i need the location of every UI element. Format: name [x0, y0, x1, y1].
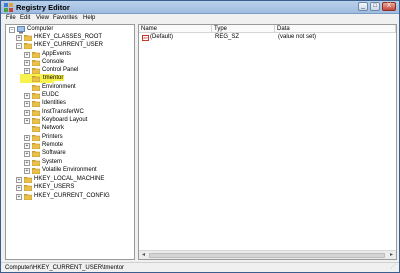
expand-icon[interactable]: +	[16, 35, 22, 41]
folder-icon	[24, 177, 32, 183]
value-data: (value not set)	[278, 34, 317, 40]
registry-editor-icon	[4, 3, 13, 12]
tree-item-label: Remote	[42, 142, 64, 148]
folder-icon	[32, 85, 40, 91]
folder-icon	[32, 101, 40, 107]
resize-grip-icon[interactable]: ⋰	[390, 264, 397, 271]
tree-item-label: HKEY_CURRENT_CONFIG	[34, 193, 110, 199]
folder-icon	[24, 185, 32, 191]
tree-item-label: Identities	[42, 100, 67, 106]
value-row-default[interactable]: ab (Default) REG_SZ (value not set)	[139, 34, 396, 42]
tree-item-label: EUDC	[42, 92, 60, 98]
scroll-left-icon[interactable]: ◂	[140, 252, 147, 259]
expand-icon[interactable]: +	[24, 151, 30, 157]
tree-item-label: Environment	[42, 84, 76, 90]
column-header-data[interactable]: Data	[275, 25, 396, 33]
expand-icon[interactable]: +	[24, 143, 30, 149]
minimize-button[interactable]: _	[358, 2, 368, 11]
tree-item-label: AppEvents	[42, 51, 72, 57]
status-bar: Computer\HKEY_CURRENT_USER\tmentor ⋰	[1, 262, 399, 272]
expand-icon[interactable]: +	[24, 52, 30, 58]
tree-item-label: tmentor	[42, 75, 65, 81]
expand-icon[interactable]: +	[24, 118, 30, 124]
tree-item-label: Control Panel	[42, 67, 79, 73]
folder-icon	[32, 76, 40, 82]
tree-item-label: Console	[42, 59, 65, 65]
folder-icon	[24, 194, 32, 200]
expand-icon[interactable]: +	[24, 168, 30, 174]
computer-icon	[17, 26, 25, 34]
folder-icon	[32, 143, 40, 149]
tree-item-label: Volatile Environment	[42, 167, 97, 173]
expand-icon[interactable]: +	[24, 93, 30, 99]
window-title: Registry Editor	[16, 3, 70, 12]
folder-icon	[32, 52, 40, 58]
expand-icon[interactable]: +	[24, 68, 30, 74]
folder-icon	[32, 68, 40, 74]
expand-icon[interactable]: +	[16, 177, 22, 183]
close-button[interactable]: X	[382, 2, 396, 11]
collapse-icon[interactable]: −	[9, 27, 15, 33]
expand-icon[interactable]: +	[24, 110, 30, 116]
expand-icon[interactable]: +	[24, 135, 30, 141]
folder-icon	[24, 35, 32, 41]
tree-item-label: Printers	[42, 134, 63, 140]
column-header-name[interactable]: Name	[139, 25, 212, 33]
tree-item-label: HKEY_CLASSES_ROOT	[34, 34, 103, 40]
expand-icon[interactable]: +	[24, 60, 30, 66]
tree-item-label: Keyboard Layout	[42, 117, 88, 123]
menu-bar: File Edit View Favorites Help	[1, 14, 399, 23]
expand-icon[interactable]: +	[16, 194, 22, 200]
title-bar[interactable]: Registry Editor _ □ X	[1, 1, 399, 14]
maximize-button[interactable]: □	[370, 2, 380, 11]
tree-item-label: System	[42, 159, 63, 165]
horizontal-scrollbar[interactable]: ◂ ▸	[139, 250, 396, 259]
folder-icon	[32, 126, 40, 132]
value-type: REG_SZ	[215, 34, 240, 40]
folder-icon	[24, 43, 32, 49]
menu-favorites[interactable]: Favorites	[53, 15, 78, 21]
column-header-type[interactable]: Type	[212, 25, 275, 33]
menu-edit[interactable]: Edit	[20, 15, 30, 21]
tree-item-label: HKEY_CURRENT_USER	[34, 42, 104, 48]
status-path: Computer\HKEY_CURRENT_USER\tmentor	[5, 265, 125, 271]
values-list[interactable]: Name Type Data ab (Default) REG_SZ (valu…	[138, 24, 397, 260]
folder-icon	[32, 168, 40, 174]
tree-item-label: HKEY_USERS	[34, 184, 75, 190]
expand-icon[interactable]: +	[16, 185, 22, 191]
tree-item-label: InstTransferWC	[42, 109, 84, 115]
tree-item-label: Network	[42, 125, 65, 131]
registry-editor-window: Registry Editor _ □ X File Edit View Fav…	[0, 0, 400, 273]
expand-icon[interactable]: +	[24, 101, 30, 107]
expand-icon[interactable]: +	[24, 160, 30, 166]
folder-icon	[32, 60, 40, 66]
registry-tree[interactable]: − Computer + HKEY_CLASSES_ROOT − HKEY_CURRE…	[5, 24, 135, 260]
string-value-icon: ab	[142, 35, 149, 41]
tree-item-label: Software	[42, 150, 66, 156]
value-name: (Default)	[150, 34, 174, 40]
menu-view[interactable]: View	[36, 15, 49, 21]
folder-icon	[32, 135, 40, 141]
folder-icon	[32, 151, 40, 157]
menu-file[interactable]: File	[6, 15, 16, 21]
tree-item-label: HKEY_LOCAL_MACHINE	[34, 176, 105, 182]
menu-help[interactable]: Help	[83, 15, 95, 21]
folder-icon	[32, 118, 40, 124]
folder-icon	[32, 110, 40, 116]
folder-icon	[32, 93, 40, 99]
collapse-icon[interactable]: −	[16, 43, 22, 49]
tree-item-label: Computer	[27, 26, 54, 32]
scroll-right-icon[interactable]: ▸	[388, 252, 395, 259]
scrollbar-thumb[interactable]	[149, 253, 385, 258]
folder-icon	[32, 160, 40, 166]
